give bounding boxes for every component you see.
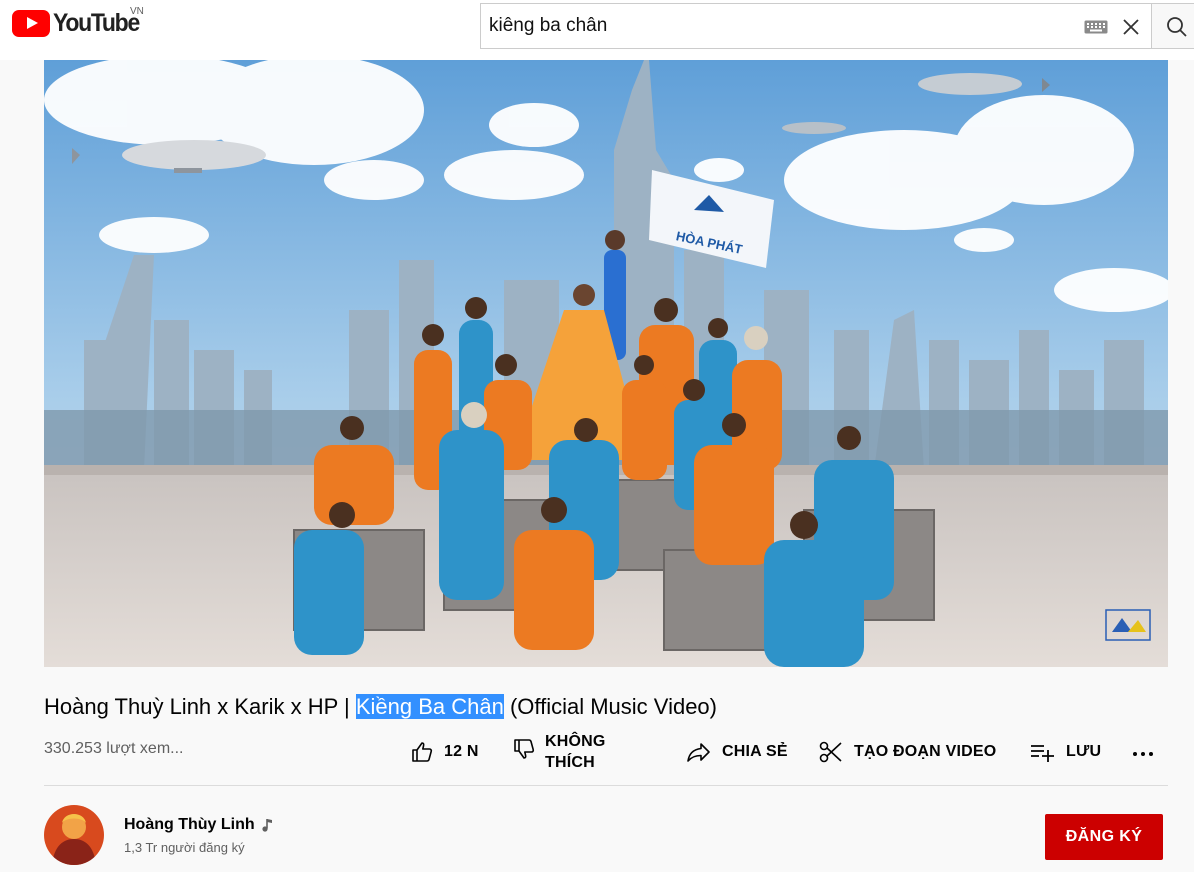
- video-title: Hoàng Thuỳ Linh x Karik x HP | Kiềng Ba …: [44, 692, 717, 722]
- masthead: YouTube VN: [0, 0, 1194, 60]
- like-count: 12 N: [444, 743, 479, 760]
- playlist-add-icon: [1031, 745, 1054, 762]
- avatar-image: [44, 805, 104, 865]
- title-suffix: (Official Music Video): [503, 694, 717, 719]
- thumbs-up-icon: [412, 742, 433, 762]
- keyboard-icon[interactable]: [1084, 20, 1108, 34]
- save-button[interactable]: LƯU: [1030, 740, 1101, 764]
- youtube-logo[interactable]: YouTube: [12, 9, 146, 38]
- scissors-icon: [819, 741, 842, 763]
- channel-avatar[interactable]: [44, 805, 104, 865]
- thumbs-down-icon: [514, 739, 535, 759]
- title-highlight: Kiềng Ba Chân: [355, 694, 504, 719]
- save-label: LƯU: [1066, 743, 1102, 760]
- music-note-icon: [262, 819, 272, 832]
- more-actions-icon[interactable]: [1130, 742, 1156, 766]
- clip-button[interactable]: TẠO ĐOẠN VIDEO: [818, 740, 996, 764]
- search-box: [480, 3, 1152, 49]
- subscriber-count: 1,3 Tr người đăng ký: [124, 840, 245, 855]
- share-button[interactable]: CHIA SẺ: [686, 740, 788, 764]
- divider: [44, 785, 1168, 786]
- dislike-button[interactable]: KHÔNG THÍCH: [512, 732, 606, 772]
- search-button[interactable]: [1152, 3, 1194, 49]
- close-icon[interactable]: [1121, 17, 1141, 37]
- region-code: VN: [130, 6, 144, 17]
- video-player[interactable]: HÒA PHÁT: [44, 60, 1168, 667]
- like-button[interactable]: 12 N: [410, 740, 479, 764]
- title-text: Hoàng Thuỳ Linh x Karik x HP |: [44, 694, 356, 719]
- logo-wordmark: YouTube: [53, 9, 140, 37]
- video-frame: HÒA PHÁT: [44, 60, 1168, 667]
- search-icon: [1167, 17, 1187, 37]
- youtube-play-icon: [12, 10, 50, 37]
- search-input[interactable]: [489, 4, 1049, 48]
- view-count[interactable]: 330.253 lượt xem...: [44, 740, 184, 758]
- channel-name[interactable]: Hoàng Thùy Linh: [124, 816, 255, 834]
- subscribe-button[interactable]: ĐĂNG KÝ: [1045, 814, 1163, 860]
- dislike-label: KHÔNG THÍCH: [545, 731, 606, 773]
- share-label: CHIA SẺ: [722, 743, 788, 760]
- clip-label: TẠO ĐOẠN VIDEO: [854, 743, 997, 760]
- dislike-label-line2: THÍCH: [545, 754, 595, 771]
- share-icon: [687, 743, 710, 762]
- dislike-label-line1: KHÔNG: [545, 733, 606, 750]
